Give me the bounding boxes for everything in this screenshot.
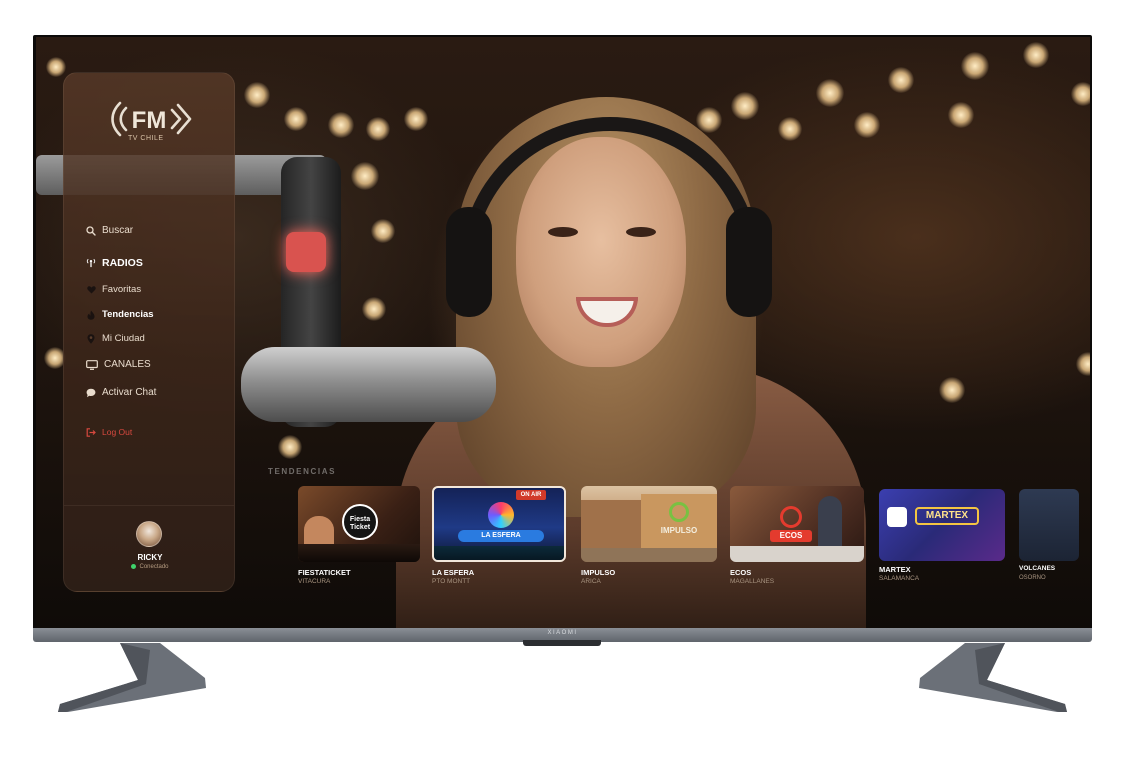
tv-mockup: FM TV CHILE Buscar RADIOS Favoritas Tend… [0,0,1125,758]
tv-stand-icon [58,643,1067,712]
